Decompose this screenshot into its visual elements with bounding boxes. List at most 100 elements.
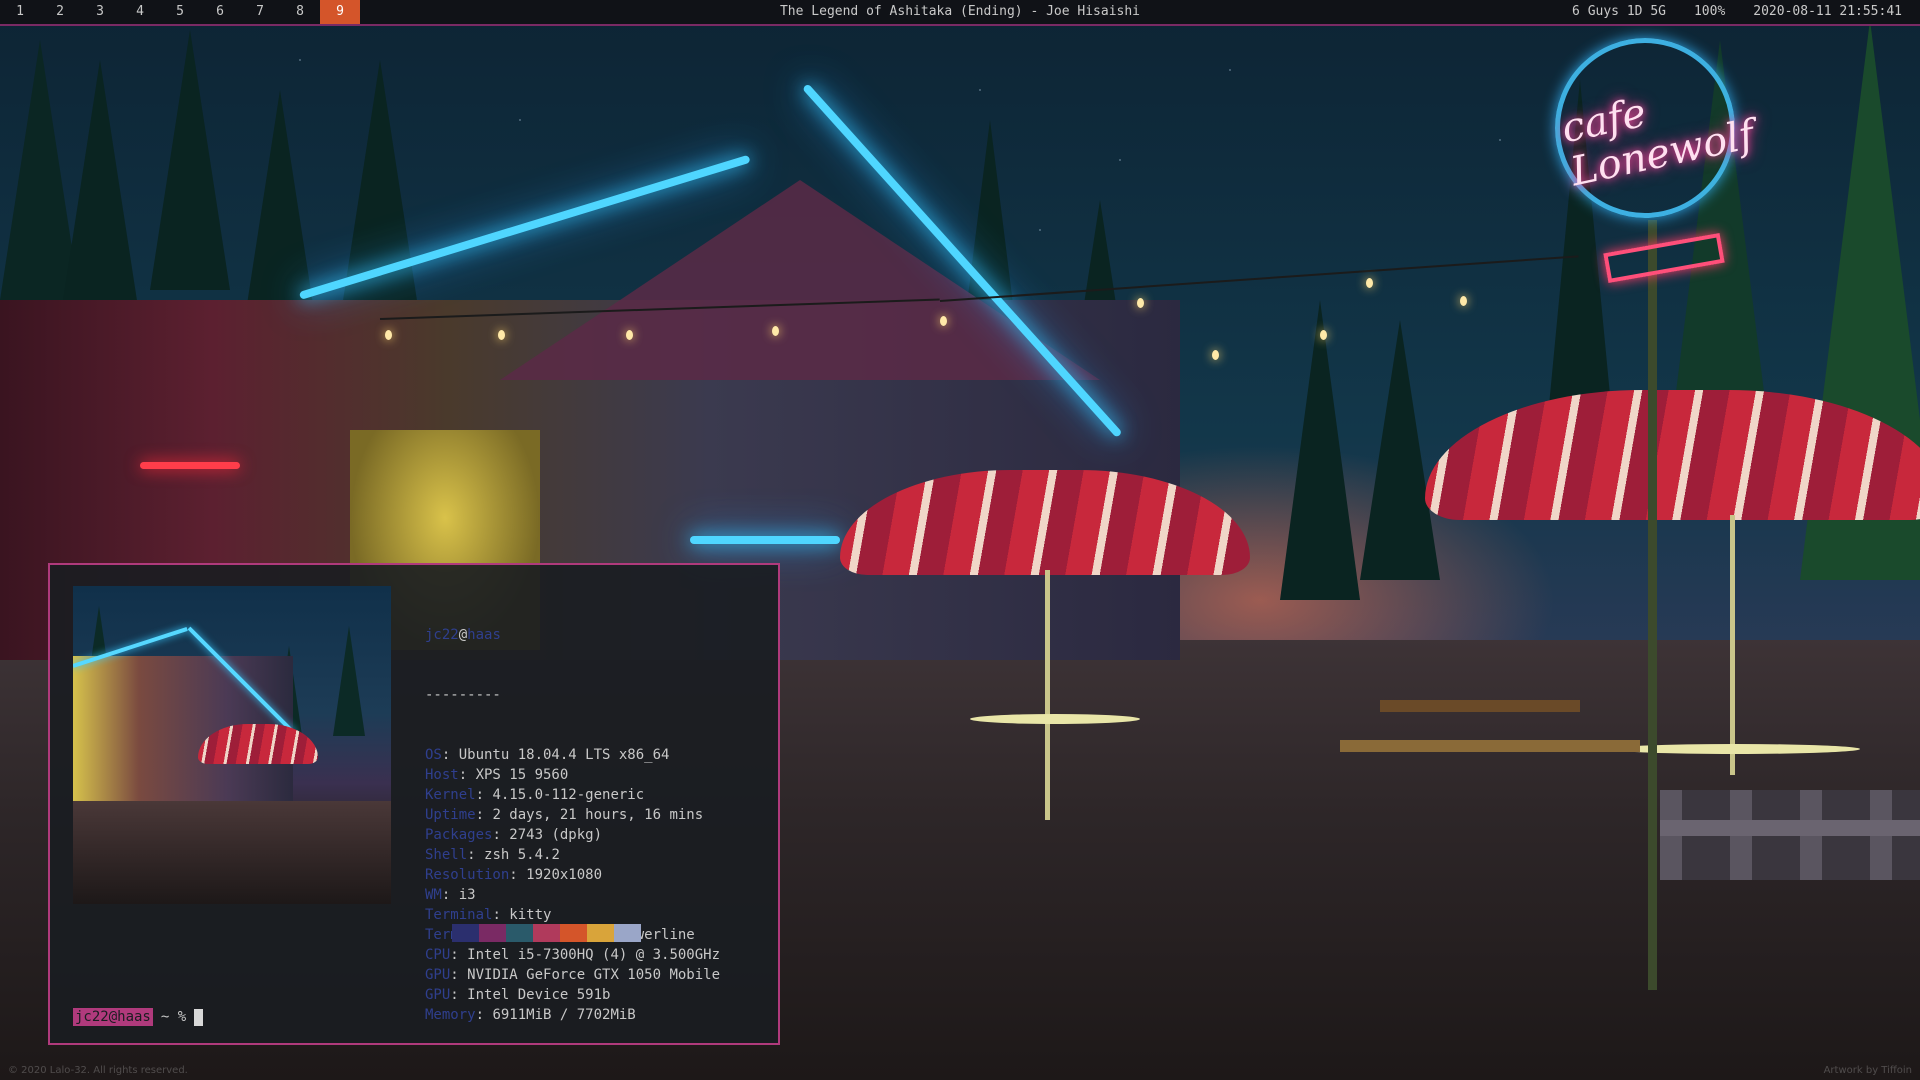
umbrella-pole <box>1045 570 1050 820</box>
workspace-button-4[interactable]: 4 <box>120 0 160 24</box>
neofetch-field-value: 1920x1080 <box>526 867 603 883</box>
neofetch-field-row: CPU: Intel i5-7300HQ (4) @ 3.500GHz <box>425 947 721 963</box>
pine-tree <box>1360 320 1440 580</box>
color-swatch <box>506 924 533 942</box>
picnic-bench <box>1340 740 1640 752</box>
neofetch-field-value: 2 days, 21 hours, 16 mins <box>492 807 704 823</box>
neofetch-field-value: zsh 5.4.2 <box>484 847 560 863</box>
neofetch-field-key: Uptime <box>425 807 476 823</box>
color-swatch <box>587 924 614 942</box>
red-neon-tube <box>140 462 240 469</box>
neofetch-field-row: Resolution: 1920x1080 <box>425 867 603 883</box>
neofetch-field-value: 6911MiB / 7702MiB <box>492 1007 636 1023</box>
workspace-button-3[interactable]: 3 <box>80 0 120 24</box>
neofetch-field-value: Intel i5-7300HQ (4) @ 3.500GHz <box>467 947 721 963</box>
umbrella-pole <box>1730 515 1735 775</box>
neofetch-field-key: OS <box>425 747 442 763</box>
cafe-table <box>970 714 1140 724</box>
artwork-copyright: © 2020 Lalo-32. All rights reserved. <box>8 1065 188 1076</box>
neofetch-fields: OS: Ubuntu 18.04.4 LTS x86_64 Host: XPS 1… <box>425 745 720 1025</box>
wifi-network-status[interactable]: 6 Guys 1D 5G <box>1572 0 1666 24</box>
light-bulb <box>1366 278 1373 288</box>
neofetch-field-value: 2743 (dpkg) <box>509 827 603 843</box>
neofetch-title: jc22@haas <box>425 627 501 643</box>
color-palette <box>452 924 641 942</box>
picnic-table <box>1380 700 1580 712</box>
neofetch-field-row: Memory: 6911MiB / 7702MiB <box>425 1007 636 1023</box>
light-bulb <box>1460 296 1467 306</box>
neofetch-user: jc22 <box>425 627 459 643</box>
pine-tree <box>150 30 230 290</box>
shell-prompt[interactable]: jc22@haas ~ % <box>73 1008 204 1026</box>
workspace-button-8[interactable]: 8 <box>280 0 320 24</box>
neofetch-field-key: Terminal <box>425 907 493 923</box>
kitty-terminal-window[interactable]: jc22@haas --------- OS: Ubuntu 18.04.4 L… <box>48 563 780 1045</box>
pine-tree <box>1280 300 1360 600</box>
pine-tree <box>333 626 365 736</box>
light-bulb <box>1320 330 1327 340</box>
light-bulb <box>385 330 392 340</box>
neofetch-output: jc22@haas --------- OS: Ubuntu 18.04.4 L… <box>425 585 720 1065</box>
neofetch-field-row: Uptime: 2 days, 21 hours, 16 mins <box>425 807 704 823</box>
workspace-switcher: 123456789 <box>0 0 360 24</box>
neofetch-field-row: Kernel: 4.15.0-112-generic <box>425 787 645 803</box>
neofetch-field-value: NVIDIA GeForce GTX 1050 Mobile <box>467 967 721 983</box>
neofetch-field-key: Host <box>425 767 459 783</box>
neofetch-field-value: XPS 15 9560 <box>475 767 569 783</box>
blue-neon-tube <box>690 536 840 544</box>
clock: 2020-08-11 21:55:41 <box>1753 4 1902 19</box>
color-swatch <box>533 924 560 942</box>
pine-tree <box>60 60 140 320</box>
neofetch-field-key: GPU <box>425 967 451 983</box>
neofetch-field-value: Intel Device 591b <box>467 987 611 1003</box>
workspace-button-2[interactable]: 2 <box>40 0 80 24</box>
neofetch-field-key: GPU <box>425 987 451 1003</box>
color-swatch <box>560 924 587 942</box>
cafe-lonewolf-neon-sign: cafe Lonewolf <box>1545 28 1758 288</box>
neofetch-field-value: 4.15.0-112-generic <box>492 787 645 803</box>
neofetch-field-key: Packages <box>425 827 493 843</box>
light-bulb <box>1137 298 1144 308</box>
workspace-button-1[interactable]: 1 <box>0 0 40 24</box>
neofetch-field-row: GPU: NVIDIA GeForce GTX 1050 Mobile <box>425 967 721 983</box>
neofetch-separator: --------- <box>425 687 501 703</box>
neofetch-field-row: Packages: 2743 (dpkg) <box>425 827 603 843</box>
prompt-path: ~ % <box>160 1009 187 1025</box>
prompt-user-host: jc22@haas <box>73 1008 153 1026</box>
neofetch-host: haas <box>467 627 501 643</box>
neofetch-field-key: WM <box>425 887 442 903</box>
fence-rail <box>1660 820 1920 836</box>
neofetch-field-row: OS: Ubuntu 18.04.4 LTS x86_64 <box>425 747 670 763</box>
volume-status[interactable]: 100% <box>1694 0 1725 24</box>
neofetch-field-key: Shell <box>425 847 468 863</box>
neofetch-field-row: Host: XPS 15 9560 <box>425 767 569 783</box>
neofetch-field-key: CPU <box>425 947 451 963</box>
text-cursor[interactable] <box>194 1008 204 1026</box>
neofetch-field-row: WM: i3 <box>425 887 476 903</box>
neofetch-field-key: Memory <box>425 1007 476 1023</box>
sign-pole <box>1648 220 1657 990</box>
workspace-button-9[interactable]: 9 <box>320 0 360 24</box>
neofetch-field-row: Shell: zsh 5.4.2 <box>425 847 560 863</box>
neofetch-field-value: i3 <box>458 887 476 903</box>
neofetch-field-row: Terminal: kitty <box>425 907 552 923</box>
neofetch-image-thumbnail <box>73 586 391 904</box>
neofetch-field-row: GPU: Intel Device 591b <box>425 987 611 1003</box>
light-bulb <box>498 330 505 340</box>
neofetch-field-key: Resolution <box>425 867 510 883</box>
dirt-ground <box>73 801 391 904</box>
neofetch-field-value: kitty <box>509 907 552 923</box>
workspace-button-6[interactable]: 6 <box>200 0 240 24</box>
artwork-credit: Artwork by Tiffoin <box>1823 1065 1912 1076</box>
neofetch-field-key: Kernel <box>425 787 476 803</box>
light-bulb <box>1212 350 1219 360</box>
workspace-button-5[interactable]: 5 <box>160 0 200 24</box>
neon-arrow-icon <box>1603 232 1725 284</box>
color-swatch <box>479 924 506 942</box>
workspace-button-7[interactable]: 7 <box>240 0 280 24</box>
light-bulb <box>940 316 947 326</box>
i3-status-bar: 123456789 The Legend of Ashitaka (Ending… <box>0 0 1920 26</box>
color-swatch <box>614 924 641 942</box>
status-blocks: 6 Guys 1D 5G 100% 2020-08-11 21:55:41 <box>1544 0 1902 24</box>
neofetch-field-value: Ubuntu 18.04.4 LTS x86_64 <box>458 747 670 763</box>
